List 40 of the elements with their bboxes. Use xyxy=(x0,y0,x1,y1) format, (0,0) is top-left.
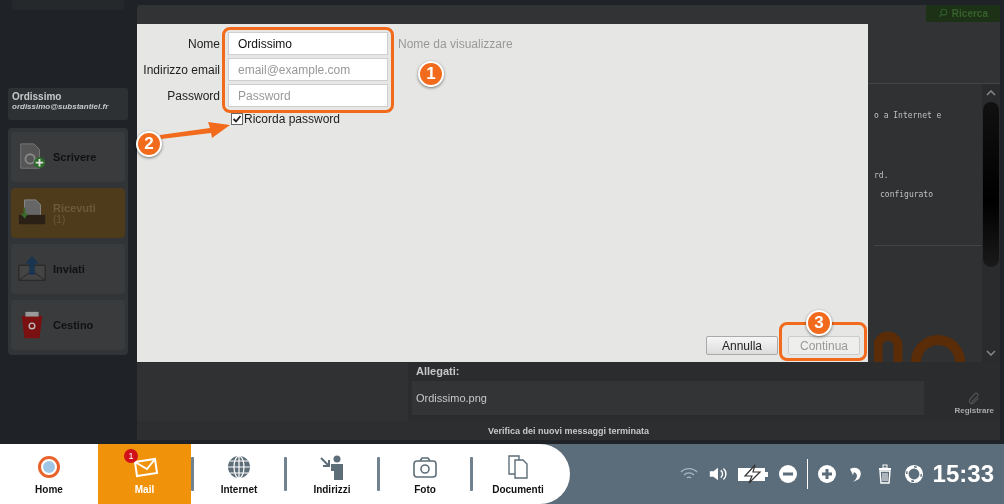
annotation-arrow xyxy=(160,120,230,140)
dock-app-button[interactable]: Documenti xyxy=(473,444,563,504)
paperclip-icon xyxy=(967,392,982,407)
sent-envelope-icon xyxy=(17,254,47,284)
dock-app-button[interactable]: 1 Mail xyxy=(98,444,191,504)
field-hint: Nome da visualizzare xyxy=(398,36,514,51)
cancel-button[interactable]: Annulla xyxy=(706,336,778,355)
input-field[interactable]: Password xyxy=(228,84,388,107)
scroll-down-icon[interactable] xyxy=(986,350,996,357)
checkbox[interactable] xyxy=(231,113,243,125)
lifebuoy-icon[interactable] xyxy=(903,464,924,484)
status-text: Verifica dei nuovi messaggi terminata xyxy=(487,425,650,436)
zoom-in-icon[interactable] xyxy=(816,464,837,484)
field-label: Nome xyxy=(187,36,220,51)
save-button[interactable]: Registrare xyxy=(948,363,1000,422)
dock-app-button[interactable]: Internet xyxy=(194,444,284,504)
zoom-out-icon[interactable] xyxy=(777,464,798,484)
notification-badge: 1 xyxy=(124,449,138,463)
field-label: Password xyxy=(166,88,220,103)
clock: 15:33 xyxy=(932,460,994,488)
attachments-label: Allegati: xyxy=(415,364,461,380)
dock-app-button[interactable]: Indirizzi xyxy=(287,444,377,504)
scrollbar-thumb[interactable] xyxy=(983,101,999,267)
dock-app-button[interactable]: Home xyxy=(0,444,98,504)
field-label: Indirizzo email xyxy=(142,62,220,77)
scrollbar[interactable] xyxy=(982,83,1000,363)
input-field[interactable]: email@example.com xyxy=(228,58,388,81)
battery-charging-icon[interactable] xyxy=(736,464,769,484)
input-field[interactable]: Ordissimo xyxy=(228,32,388,55)
message-text: configurato xyxy=(879,189,934,199)
attachment-item[interactable]: Ordissimo.png xyxy=(412,381,924,416)
scroll-up-icon[interactable] xyxy=(986,89,996,96)
account-email: ordissimo@substantiel.fr xyxy=(12,102,110,111)
dock-app-button[interactable]: Foto xyxy=(380,444,470,504)
account-name: Ordissimo xyxy=(12,91,63,102)
search-icon xyxy=(937,8,948,19)
message-text: o a Internet e xyxy=(874,110,943,120)
checkbox-label: Ricorda password xyxy=(244,112,341,126)
compose-mail-icon xyxy=(17,142,47,172)
message-text: rd. xyxy=(874,170,890,180)
